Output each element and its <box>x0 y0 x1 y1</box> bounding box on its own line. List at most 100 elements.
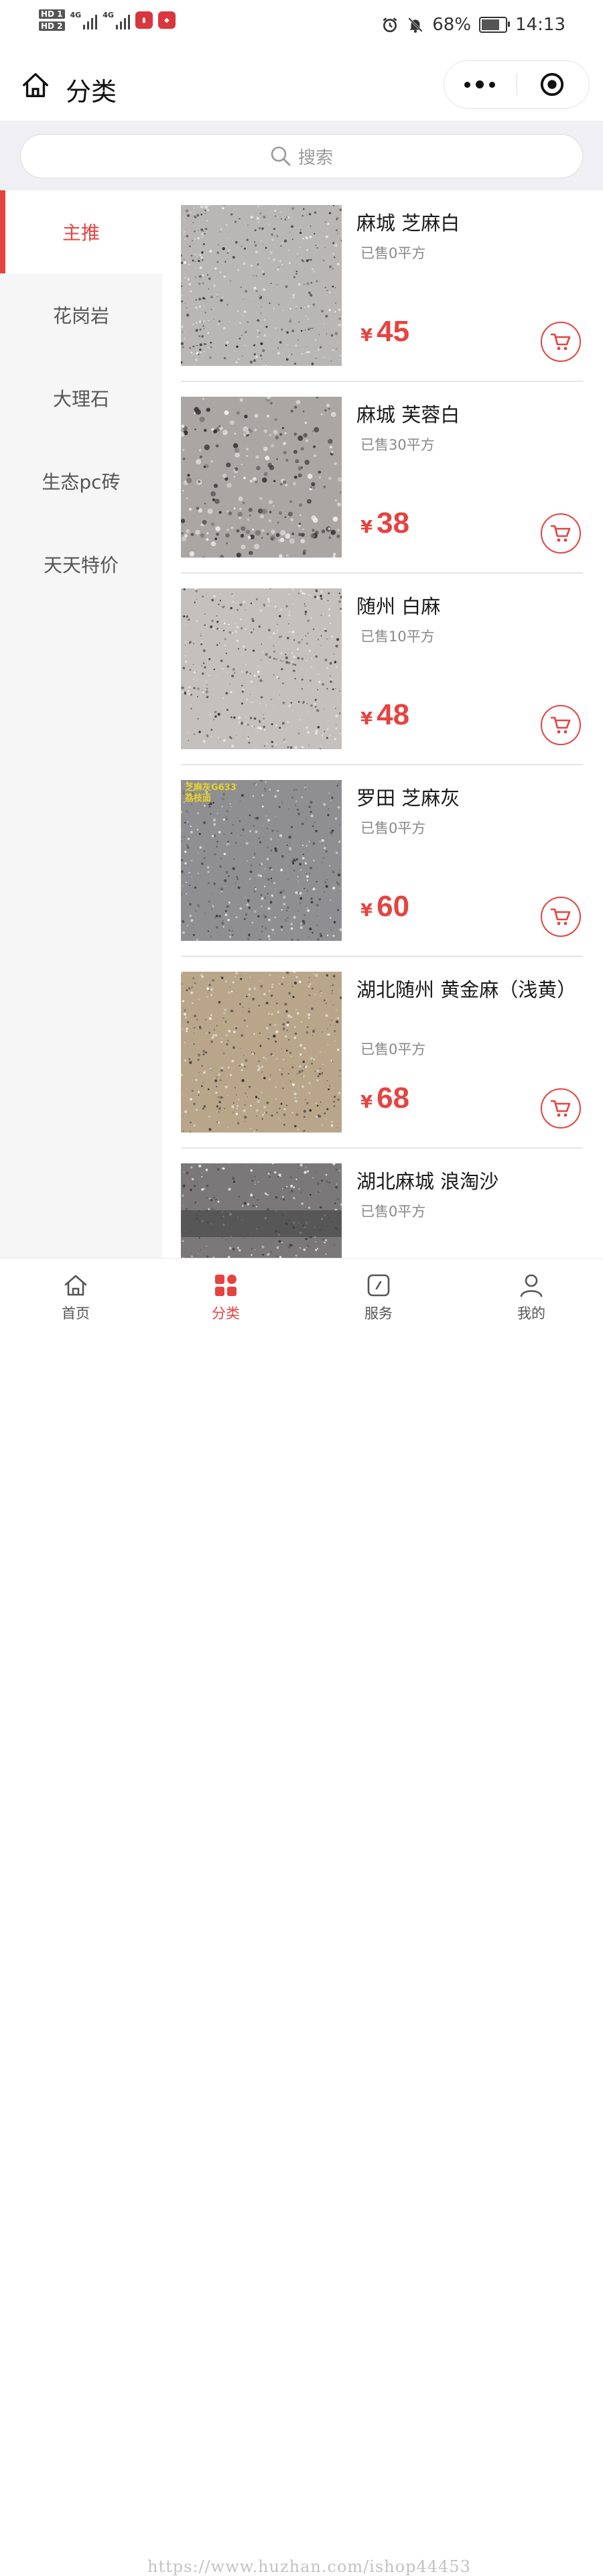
category-icon <box>212 1272 239 1299</box>
product-image <box>181 205 342 366</box>
tab-label: 分类 <box>212 1303 240 1323</box>
category-label: 主推 <box>62 218 100 245</box>
product-price: ¥68 <box>360 1082 409 1115</box>
product-card[interactable]: 随州 白麻 已售10平方 ¥48 <box>181 574 583 765</box>
category-label: 花岗岩 <box>53 302 109 328</box>
tab-label: 首页 <box>62 1303 90 1323</box>
currency-symbol: ¥ <box>360 1092 373 1112</box>
clock: 14:13 <box>515 15 565 35</box>
category-label: 大理石 <box>53 385 109 411</box>
product-sold: 已售0平方 <box>360 1201 425 1221</box>
product-card[interactable]: 湖北麻城 浪淘沙 已售0平方 <box>181 1149 583 1258</box>
book-app-icon: ▮ <box>135 11 153 29</box>
product-list: 麻城 芝麻白 已售0平方 ¥45 麻城 芙蓉白 已售30平方 ¥38 随州 白麻… <box>162 190 603 1258</box>
watermark: https://www.huzhan.com/ishop44453 <box>147 2557 471 2576</box>
product-sold: 已售0平方 <box>360 1039 425 1059</box>
mini-program-capsule <box>444 60 590 109</box>
add-to-cart-button[interactable] <box>541 513 581 554</box>
tab-home[interactable]: 首页 <box>36 1272 116 1323</box>
category-item-pc-brick[interactable]: 生态pc砖 <box>0 440 162 523</box>
product-card[interactable]: 麻城 芝麻白 已售0平方 ¥45 <box>181 190 583 382</box>
tab-label: 我的 <box>517 1303 545 1323</box>
product-image <box>181 397 342 558</box>
tab-service[interactable]: 服务 <box>338 1272 419 1323</box>
search-icon <box>270 145 291 167</box>
tab-label: 服务 <box>364 1303 393 1323</box>
category-item-featured[interactable]: 主推 <box>0 190 162 273</box>
search-placeholder: 搜索 <box>298 144 333 169</box>
price-value: 45 <box>377 315 409 348</box>
hd-indicators: HD 1 HD 2 <box>39 9 65 31</box>
signal-icon-2: 4G <box>103 11 130 29</box>
add-to-cart-button[interactable] <box>541 705 581 745</box>
more-dot-icon <box>476 80 484 88</box>
home-icon[interactable] <box>20 70 51 101</box>
status-left: HD 1 HD 2 4G 4G ▮ ◆ <box>39 9 176 31</box>
price-value: 68 <box>377 1082 409 1115</box>
signal-icon: 4G <box>70 11 98 29</box>
cart-icon <box>549 1097 572 1120</box>
image-overlay-text: 芝麻灰G633 荔枝面 <box>185 783 237 804</box>
category-label: 天天特价 <box>44 551 119 578</box>
cart-icon <box>549 330 572 353</box>
battery-percent: 68% <box>432 15 471 35</box>
product-sold: 已售0平方 <box>360 243 425 263</box>
search-input[interactable]: 搜索 <box>20 134 583 178</box>
add-to-cart-button[interactable] <box>541 1088 581 1129</box>
price-value: 48 <box>377 698 409 732</box>
search-bar-container: 搜索 <box>0 121 603 190</box>
add-to-cart-button[interactable] <box>541 322 581 362</box>
tab-category[interactable]: 分类 <box>186 1272 266 1323</box>
price-value: 60 <box>377 890 409 923</box>
product-price: ¥38 <box>360 507 409 540</box>
network-label-2: 4G <box>103 11 114 19</box>
hd1-indicator: HD 1 <box>39 9 65 19</box>
product-name: 罗田 芝麻灰 <box>356 784 578 812</box>
nav-bar: 分类 <box>0 54 603 121</box>
cart-icon <box>549 714 572 736</box>
currency-symbol: ¥ <box>360 709 373 729</box>
currency-symbol: ¥ <box>360 326 373 346</box>
product-name: 湖北麻城 浪淘沙 <box>356 1167 578 1196</box>
network-label: 4G <box>70 11 82 19</box>
product-card[interactable]: 麻城 芙蓉白 已售30平方 ¥38 <box>181 382 583 574</box>
product-name: 麻城 芝麻白 <box>356 209 578 237</box>
tab-bar: 首页 分类 服务 我的 https://www.huzhan.com/ishop… <box>0 1258 603 1341</box>
product-card[interactable]: 湖北随州 黄金麻（浅黄） 已售0平方 ¥68 <box>181 957 583 1149</box>
mute-bell-icon <box>407 16 424 34</box>
home-icon <box>62 1272 89 1299</box>
product-sold: 已售30平方 <box>360 434 435 454</box>
cart-icon <box>549 905 572 928</box>
status-bar: HD 1 HD 2 4G 4G ▮ ◆ 68% 14:13 <box>0 0 603 54</box>
status-right: 68% 14:13 <box>381 15 565 35</box>
product-card[interactable]: 芝麻灰G633 荔枝面 罗田 芝麻灰 已售0平方 ¥60 <box>181 765 583 957</box>
product-price: ¥60 <box>360 890 409 923</box>
more-button[interactable] <box>444 61 515 108</box>
study-app-icon: ◆ <box>158 11 176 29</box>
product-price: ¥48 <box>360 698 409 732</box>
product-image <box>181 972 342 1133</box>
product-sold: 已售10平方 <box>360 626 435 646</box>
category-item-daily-deals[interactable]: 天天特价 <box>0 523 162 606</box>
more-dot-icon <box>464 82 470 88</box>
product-sold: 已售0平方 <box>360 818 425 838</box>
user-icon <box>518 1272 545 1299</box>
currency-symbol: ¥ <box>360 901 373 921</box>
add-to-cart-button[interactable] <box>541 897 581 937</box>
currency-symbol: ¥ <box>360 517 373 537</box>
tab-profile[interactable]: 我的 <box>491 1272 572 1323</box>
product-name: 湖北随州 黄金麻（浅黄） <box>356 976 578 1004</box>
product-price: ¥45 <box>360 315 409 348</box>
more-dot-icon <box>489 82 495 88</box>
alarm-icon <box>381 16 399 34</box>
category-item-marble[interactable]: 大理石 <box>0 357 162 440</box>
compass-icon <box>365 1272 392 1299</box>
cart-icon <box>549 522 572 545</box>
category-sidebar: 主推 花岗岩 大理石 生态pc砖 天天特价 <box>0 190 162 1258</box>
page-title: 分类 <box>66 71 117 108</box>
product-image <box>181 588 342 749</box>
category-item-granite[interactable]: 花岗岩 <box>0 273 162 357</box>
battery-icon <box>479 17 507 33</box>
price-value: 38 <box>377 507 409 540</box>
close-target-icon[interactable] <box>539 72 565 97</box>
